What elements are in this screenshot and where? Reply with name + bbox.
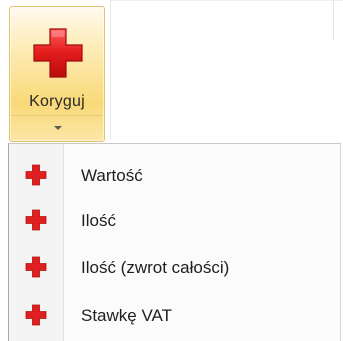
ribbon-group: Koryguj bbox=[0, 0, 343, 145]
menu-item-wartosc[interactable]: Wartość bbox=[9, 152, 340, 198]
menu-item-ilosc-zwrot-calosci[interactable]: Ilość (zwrot całości) bbox=[9, 244, 340, 290]
menu-item-ilosc[interactable]: Ilość bbox=[9, 197, 340, 243]
red-cross-icon bbox=[25, 256, 47, 278]
menu-item-label: Ilość (zwrot całości) bbox=[81, 258, 230, 277]
ribbon-top-rule bbox=[110, 0, 343, 1]
red-cross-icon bbox=[25, 304, 47, 326]
red-cross-icon bbox=[25, 209, 47, 231]
koryguj-dropdown-menu: Wartość Ilość Ilość (zwrot całości) Staw… bbox=[8, 143, 341, 341]
red-cross-icon bbox=[25, 164, 47, 186]
app-canvas: Koryguj Wartość Ilość Ilość (zwrot całoś… bbox=[0, 0, 343, 341]
menu-item-label: Stawkę VAT bbox=[81, 306, 173, 325]
menu-item-label: Ilość bbox=[81, 211, 116, 230]
koryguj-split-button[interactable]: Koryguj bbox=[9, 6, 105, 142]
ribbon-separator-2 bbox=[333, 0, 334, 40]
red-cross-icon bbox=[33, 28, 83, 78]
koryguj-label: Koryguj bbox=[29, 93, 85, 110]
menu-item-stawke-vat[interactable]: Stawkę VAT bbox=[9, 292, 340, 338]
split-button-divider bbox=[12, 115, 102, 116]
menu-item-label: Wartość bbox=[81, 166, 143, 185]
chevron-down-icon[interactable] bbox=[54, 126, 62, 130]
ribbon-separator bbox=[110, 0, 111, 140]
